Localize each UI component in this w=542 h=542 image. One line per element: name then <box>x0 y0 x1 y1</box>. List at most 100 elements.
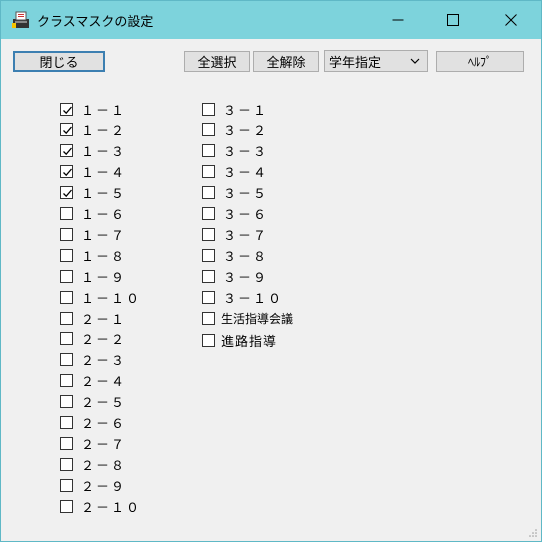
class-label: ３－１ <box>223 103 269 119</box>
class-checkbox-row[interactable]: ２－５ <box>60 394 127 412</box>
maximize-button[interactable] <box>430 1 476 39</box>
class-checkbox-row[interactable]: １－７ <box>60 226 126 244</box>
class-label: ２－６ <box>81 417 127 432</box>
class-label: １－４ <box>81 166 127 182</box>
class-checkbox-row[interactable]: ３－６ <box>202 206 269 223</box>
checkbox[interactable] <box>60 207 73 220</box>
class-checkbox-row[interactable]: １－９ <box>60 268 126 286</box>
class-checkbox-row[interactable]: ２－２ <box>60 331 127 349</box>
class-checkbox-row[interactable]: １－８ <box>60 247 127 265</box>
class-checkbox-row[interactable]: ３－４ <box>202 164 269 182</box>
class-label: ２－３ <box>81 354 127 370</box>
class-label: ２－２ <box>81 333 127 349</box>
app-icon <box>12 11 29 28</box>
grade-select-value: 学年指定 <box>329 55 382 71</box>
checkbox[interactable] <box>60 499 73 513</box>
checkbox[interactable] <box>202 144 215 158</box>
class-checkbox-row[interactable]: ２－９ <box>60 477 126 495</box>
class-label: ２－１０ <box>81 500 142 516</box>
class-checkbox-row[interactable]: 生活指導会議 <box>202 310 293 326</box>
checkbox[interactable] <box>60 478 73 492</box>
checkmark-icon <box>63 189 72 198</box>
class-checkbox-row[interactable]: １－１０ <box>60 289 142 307</box>
class-label: ２－８ <box>81 458 127 474</box>
close-icon <box>505 14 517 26</box>
class-label: １－３ <box>81 145 127 161</box>
class-label: １－１０ <box>81 291 142 307</box>
checkbox[interactable] <box>60 102 73 116</box>
help-button[interactable]: ﾍﾙﾌﾟ <box>436 51 524 72</box>
class-checkbox-row[interactable]: １－５ <box>60 185 127 203</box>
checkbox[interactable] <box>60 144 73 158</box>
close-button[interactable]: 閉じる <box>13 51 105 72</box>
checkbox[interactable] <box>202 123 215 137</box>
class-checkbox-row[interactable]: １－１ <box>60 101 127 119</box>
class-label: ２－４ <box>81 375 127 391</box>
class-checkbox-row[interactable]: ３－２ <box>202 122 268 139</box>
checkbox[interactable] <box>60 269 73 283</box>
checkbox[interactable] <box>60 436 73 450</box>
class-checkbox-row[interactable]: ２－３ <box>60 352 127 370</box>
checkbox[interactable] <box>202 269 215 283</box>
checkbox[interactable] <box>202 290 215 304</box>
checkbox[interactable] <box>60 186 73 200</box>
class-label: ２－７ <box>81 437 127 453</box>
class-label: ２－５ <box>81 396 127 412</box>
class-label: ３－３ <box>223 145 269 161</box>
checkbox[interactable] <box>60 395 73 409</box>
class-checkbox-row[interactable]: ３－１ <box>202 101 269 119</box>
resize-grip-icon[interactable] <box>528 528 538 538</box>
class-label: １－８ <box>81 249 127 265</box>
class-label: 生活指導会議 <box>221 311 294 326</box>
class-checkbox-row[interactable]: ２－８ <box>60 456 127 474</box>
close-window-button[interactable] <box>488 1 534 39</box>
checkbox[interactable] <box>60 165 73 179</box>
class-checkbox-row[interactable]: ３－９ <box>202 268 269 286</box>
title-bar: クラスマスクの設定 <box>1 1 541 39</box>
class-checkbox-row[interactable]: ２－１ <box>60 310 126 328</box>
class-checkbox-row[interactable]: ２－７ <box>60 435 127 453</box>
checkbox[interactable] <box>202 186 215 200</box>
checkbox[interactable] <box>202 311 215 325</box>
checkbox[interactable] <box>60 457 73 471</box>
class-checkbox-row[interactable]: １－２ <box>60 122 126 139</box>
class-checkbox-row[interactable]: ３－７ <box>202 226 269 244</box>
class-label: １－５ <box>81 187 127 203</box>
checkbox[interactable] <box>60 227 73 241</box>
checkbox[interactable] <box>60 416 73 429</box>
class-label: ３－９ <box>223 270 269 286</box>
class-checkbox-row[interactable]: ３－５ <box>202 185 268 202</box>
checkbox[interactable] <box>60 353 73 367</box>
checkbox[interactable] <box>202 333 215 347</box>
checkbox[interactable] <box>60 311 73 325</box>
minimize-button[interactable] <box>375 1 421 39</box>
class-checkbox-row[interactable]: ２－１０ <box>60 498 142 516</box>
grade-select[interactable]: 学年指定 <box>324 50 428 72</box>
class-checkbox-row[interactable]: 進路指導 <box>202 332 277 350</box>
checkbox[interactable] <box>202 248 215 262</box>
checkbox[interactable] <box>60 290 73 304</box>
checkbox[interactable] <box>60 374 73 388</box>
class-label: ３－７ <box>223 228 269 244</box>
checkbox[interactable] <box>60 123 73 137</box>
class-checkbox-row[interactable]: ３－３ <box>202 143 269 161</box>
deselect-all-button[interactable]: 全解除 <box>253 51 319 72</box>
class-checkbox-row[interactable]: ３－１０ <box>202 289 284 307</box>
checkbox[interactable] <box>202 165 215 179</box>
class-checkbox-row[interactable]: １－３ <box>60 143 127 161</box>
checkbox[interactable] <box>202 227 215 241</box>
checkbox[interactable] <box>202 207 215 220</box>
class-checkbox-row[interactable]: １－４ <box>60 164 127 182</box>
class-label: ３－４ <box>223 166 269 182</box>
checkbox[interactable] <box>60 248 73 262</box>
class-checkbox-row[interactable]: ２－６ <box>60 415 127 432</box>
class-checkbox-row[interactable]: ２－４ <box>60 373 127 391</box>
checkbox[interactable] <box>202 102 215 116</box>
class-label: ３－６ <box>223 208 269 223</box>
class-checkbox-row[interactable]: ３－８ <box>202 247 268 265</box>
class-checkbox-row[interactable]: １－６ <box>60 206 126 223</box>
class-label: １－１ <box>81 103 127 119</box>
class-label: ３－１０ <box>223 291 284 307</box>
checkbox[interactable] <box>60 332 73 346</box>
select-all-button[interactable]: 全選択 <box>184 51 250 72</box>
